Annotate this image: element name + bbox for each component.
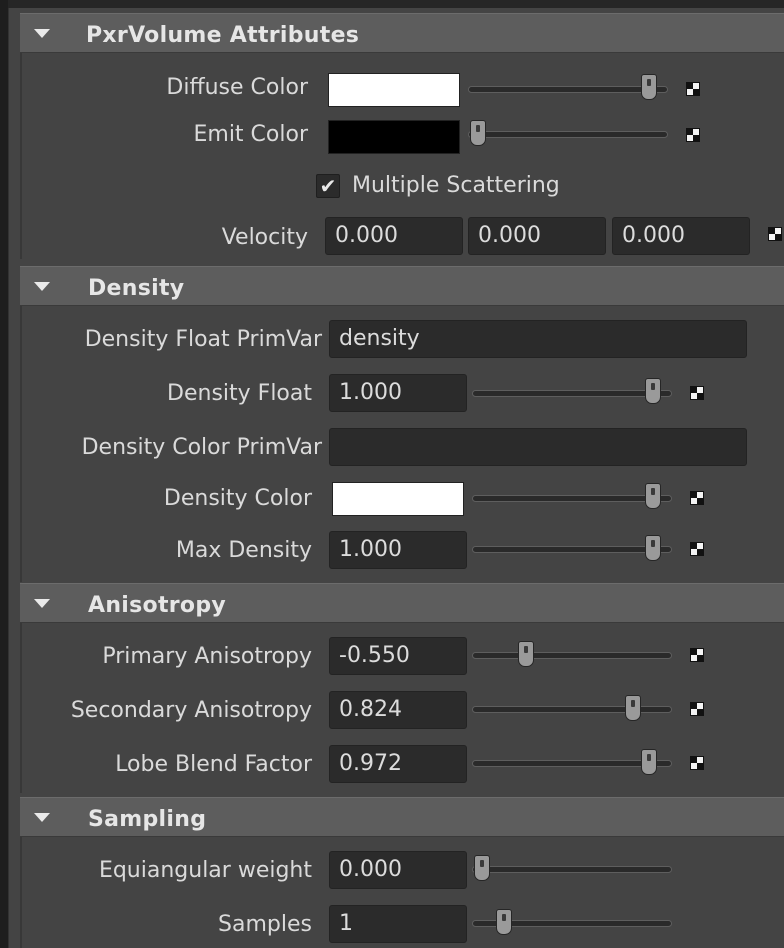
density-float-label: Density Float — [167, 381, 312, 406]
primary-anisotropy-slider-handle[interactable] — [517, 641, 534, 667]
triangle-down-icon[interactable] — [34, 29, 50, 38]
primary-anisotropy-map-icon[interactable] — [690, 648, 704, 662]
density-float-primvar-label: Density Float PrimVar — [84, 327, 322, 352]
diffuse-color-slider-handle[interactable] — [640, 74, 657, 100]
triangle-down-icon[interactable] — [34, 599, 50, 608]
density-color-slider-handle[interactable] — [645, 483, 662, 509]
section-title: Sampling — [88, 807, 207, 832]
multiple-scattering-label[interactable]: Multiple Scattering — [352, 173, 560, 198]
lobe-blend-factor-map-icon[interactable] — [690, 756, 704, 770]
section-header-density[interactable]: Density — [20, 266, 784, 306]
density-float-slider-track[interactable] — [472, 390, 672, 397]
triangle-down-icon[interactable] — [34, 813, 50, 822]
multiple-scattering-checkbox[interactable]: ✔ — [316, 174, 340, 198]
velocity-map-icon[interactable] — [768, 227, 782, 241]
left-border — [0, 0, 8, 948]
section-header-anisotropy[interactable]: Anisotropy — [20, 583, 784, 623]
density-color-map-icon[interactable] — [690, 491, 704, 505]
section-title: Anisotropy — [88, 593, 227, 618]
density-float-field[interactable]: 1.000 — [329, 374, 467, 412]
max-density-label: Max Density — [175, 538, 312, 563]
diffuse-color-label: Diffuse Color — [166, 75, 308, 100]
emit-color-swatch[interactable] — [328, 120, 460, 154]
section-body-density: Density Float PrimVar density Density Fl… — [20, 306, 784, 582]
equiangular-weight-slider-handle[interactable] — [474, 855, 490, 881]
primary-anisotropy-slider-track[interactable] — [472, 652, 672, 659]
emit-color-map-icon[interactable] — [686, 128, 700, 142]
secondary-anisotropy-slider-track[interactable] — [472, 706, 672, 713]
velocity-label: Velocity — [221, 225, 308, 250]
primary-anisotropy-field[interactable]: -0.550 — [329, 637, 467, 675]
velocity-y-field[interactable]: 0.000 — [468, 217, 606, 255]
triangle-down-icon[interactable] — [34, 282, 50, 291]
density-color-primvar-label: Density Color PrimVar — [81, 435, 322, 460]
equiangular-weight-label: Equiangular weight — [98, 858, 312, 883]
secondary-anisotropy-map-icon[interactable] — [690, 702, 704, 716]
samples-slider-handle[interactable] — [495, 909, 512, 935]
primary-anisotropy-label: Primary Anisotropy — [102, 644, 312, 669]
emit-color-slider-handle[interactable] — [470, 120, 486, 146]
max-density-slider-handle[interactable] — [645, 535, 662, 561]
lobe-blend-factor-slider-handle[interactable] — [641, 749, 658, 775]
emit-color-slider-track[interactable] — [468, 131, 668, 138]
section-body-anisotropy: Primary Anisotropy -0.550 Secondary Anis… — [20, 623, 784, 793]
samples-label: Samples — [218, 912, 312, 937]
density-float-slider-handle[interactable] — [645, 378, 662, 404]
diffuse-color-swatch[interactable] — [328, 73, 460, 107]
section-header-pxrvolume-attributes[interactable]: PxrVolume Attributes — [20, 13, 784, 53]
section-body-sampling: Equiangular weight 0.000 Samples 1 — [20, 837, 784, 948]
lobe-blend-factor-label: Lobe Blend Factor — [115, 752, 312, 777]
diffuse-color-slider-track[interactable] — [468, 86, 668, 93]
max-density-slider-track[interactable] — [472, 546, 672, 553]
density-color-label: Density Color — [163, 486, 312, 511]
secondary-anisotropy-field[interactable]: 0.824 — [329, 691, 467, 729]
density-color-swatch[interactable] — [332, 482, 464, 516]
lobe-blend-factor-field[interactable]: 0.972 — [329, 745, 467, 783]
checkmark-icon: ✔ — [319, 174, 337, 198]
density-color-primvar-field[interactable] — [329, 428, 747, 466]
velocity-z-field[interactable]: 0.000 — [612, 217, 750, 255]
secondary-anisotropy-slider-handle[interactable] — [625, 695, 642, 721]
density-float-primvar-field[interactable]: density — [329, 320, 747, 358]
section-body-pxrvolume-attributes: Diffuse Color Emit Color ✔ Multiple Scat… — [20, 53, 784, 259]
section-title: PxrVolume Attributes — [86, 23, 360, 48]
section-header-sampling[interactable]: Sampling — [20, 797, 784, 837]
equiangular-weight-field[interactable]: 0.000 — [329, 851, 467, 889]
diffuse-color-map-icon[interactable] — [686, 82, 700, 96]
density-float-map-icon[interactable] — [690, 386, 704, 400]
attribute-editor: PxrVolume Attributes Diffuse Color Emit … — [0, 0, 784, 948]
max-density-field[interactable]: 1.000 — [329, 531, 467, 569]
max-density-map-icon[interactable] — [690, 542, 704, 556]
velocity-x-field[interactable]: 0.000 — [325, 217, 463, 255]
emit-color-label: Emit Color — [193, 122, 308, 147]
secondary-anisotropy-label: Secondary Anisotropy — [70, 698, 312, 723]
density-color-slider-track[interactable] — [472, 495, 672, 502]
section-title: Density — [88, 276, 185, 301]
samples-field[interactable]: 1 — [329, 905, 467, 943]
equiangular-weight-slider-track[interactable] — [472, 866, 672, 873]
